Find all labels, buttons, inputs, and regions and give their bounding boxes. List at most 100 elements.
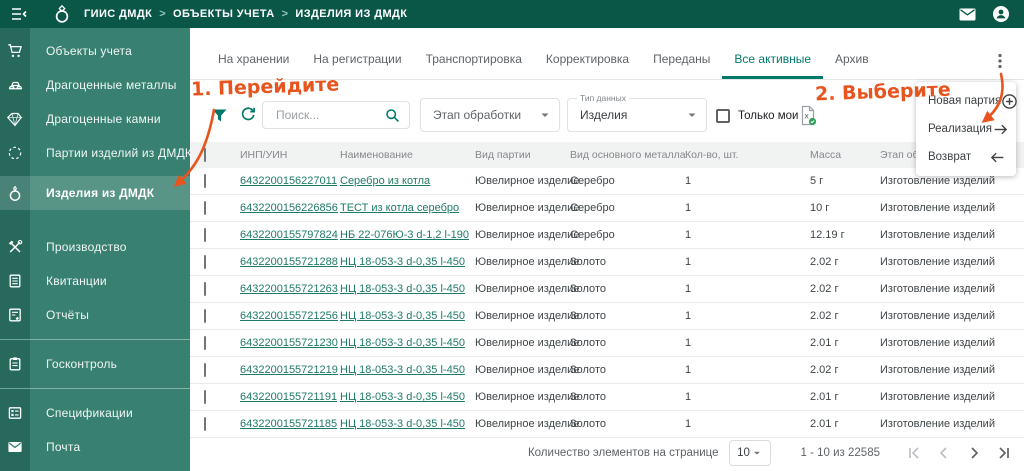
row-checkbox[interactable] <box>204 390 206 404</box>
export-excel-icon[interactable]: x <box>798 105 818 127</box>
metal-type: Золото <box>570 418 606 430</box>
breadcrumb-item[interactable]: ГИИС ДМДК <box>84 8 152 20</box>
name-link[interactable]: НЦ 18-053-3 d-0,35 l-450 <box>340 310 475 322</box>
name-link[interactable]: ТЕСТ из котла серебро <box>340 202 475 214</box>
only-mine-toggle[interactable]: Только мои <box>716 98 798 134</box>
sidebar-item-mail[interactable]: Почта <box>0 430 190 464</box>
last-page-icon[interactable] <box>996 445 1012 461</box>
sidebar-divider <box>0 388 190 389</box>
metal-type: Серебро <box>570 175 615 187</box>
row-checkbox[interactable] <box>204 255 206 269</box>
sidebar-item-receipts[interactable]: Квитанции <box>0 264 190 298</box>
filter-icon[interactable] <box>212 109 227 122</box>
per-page-select[interactable]: 10 <box>728 439 771 466</box>
context-menu-item-1[interactable]: Новая партия <box>916 87 1017 115</box>
name-link[interactable]: НЦ 18-053-3 d-0,35 l-450 <box>340 391 475 403</box>
batch-type: Ювелирное изделие <box>475 310 580 322</box>
prev-page-icon[interactable] <box>936 445 952 461</box>
tab-3[interactable]: Транспортировка <box>414 42 534 79</box>
context-menu-item-2[interactable]: Реализация <box>916 115 1016 143</box>
sidebar-item-batches[interactable]: Партии изделий из ДМДК <box>0 136 192 170</box>
table-row: 6432200155721185 НЦ 18-053-3 d-0,35 l-450… <box>190 411 1024 438</box>
row-checkbox[interactable] <box>204 174 206 188</box>
inp-uin-link[interactable]: 6432200155721230 <box>240 337 340 349</box>
tab-7[interactable]: Архив <box>823 42 881 79</box>
context-menu: Новая партия Реализация Возврат <box>916 82 1017 176</box>
app-logo-ring-icon <box>52 4 72 24</box>
data-type-select[interactable]: Тип данных Изделия <box>567 93 707 132</box>
pagination-buttons <box>906 445 1012 461</box>
sidebar-item-goscontrol[interactable]: Госконтроль <box>0 347 190 381</box>
inp-uin-link[interactable]: 6432200155721185 <box>240 418 340 430</box>
mass: 2.01 г <box>810 418 839 430</box>
row-checkbox[interactable] <box>204 228 206 242</box>
sidebar-item-objects[interactable]: Объекты учета <box>0 34 190 68</box>
clipboard-icon <box>7 356 23 372</box>
sidebar-item-specs[interactable]: Спецификации <box>0 396 190 430</box>
row-checkbox[interactable] <box>204 417 206 431</box>
inp-uin-link[interactable]: 6432200155721288 <box>240 256 340 268</box>
processing-stage: Изготовление изделий <box>880 283 995 295</box>
name-link[interactable]: НЦ 18-053-3 d-0,35 l-450 <box>340 256 475 268</box>
search-box <box>262 101 410 129</box>
tab-2[interactable]: На регистрации <box>301 42 413 79</box>
select-all-checkbox[interactable] <box>204 148 206 162</box>
context-menu-item-label: Возврат <box>928 151 972 163</box>
sidebar-item-reports[interactable]: Отчёты <box>0 298 190 332</box>
search-input[interactable] <box>274 107 385 123</box>
batch-type: Ювелирное изделие <box>475 175 580 187</box>
sidebar-item-products[interactable]: Изделия из ДМДК <box>0 176 190 210</box>
next-page-icon[interactable] <box>966 445 982 461</box>
menu-collapse-icon[interactable] <box>10 6 28 22</box>
inp-uin-link[interactable]: 6432200156226856 <box>240 202 340 214</box>
metal-type: Золото <box>570 310 606 322</box>
kebab-menu-icon[interactable] <box>992 52 1008 70</box>
inp-uin-link[interactable]: 6432200155721256 <box>240 310 340 322</box>
sidebar-item-gems[interactable]: Драгоценные камни <box>0 102 190 136</box>
pagination: Количество элементов на странице 10 1 - … <box>190 436 1024 469</box>
sidebar-item-metals[interactable]: Драгоценные металлы <box>0 68 190 102</box>
search-icon[interactable] <box>385 108 400 123</box>
name-link[interactable]: НЦ 18-053-3 d-0,35 l-450 <box>340 283 475 295</box>
breadcrumb-item[interactable]: ОБЪЕКТЫ УЧЕТА <box>173 8 275 20</box>
row-checkbox[interactable] <box>204 282 206 296</box>
name-link[interactable]: НБ 22-076Ю-3 d-1,2 l-190 <box>340 229 475 241</box>
tab-bar: На хранении На регистрации Транспортировка… <box>190 42 1024 80</box>
metals-icon <box>7 77 24 93</box>
tab-5[interactable]: Переданы <box>641 42 722 79</box>
tab-4[interactable]: Корректировка <box>534 42 641 79</box>
name-link[interactable]: НЦ 18-053-3 d-0,35 l-450 <box>340 337 475 349</box>
inp-uin-link[interactable]: 6432200156227011 <box>240 175 340 187</box>
toolbar: Этап обработки Тип данных Изделия Только… <box>190 93 1024 134</box>
mass: 10 г <box>810 202 830 214</box>
stage-filter-select[interactable]: Этап обработки <box>420 98 560 132</box>
inp-uin-link[interactable]: 6432200155721219 <box>240 364 340 376</box>
tab-6[interactable]: Все активные <box>722 42 823 79</box>
topbar-actions <box>959 5 1010 23</box>
dashed-circle-icon <box>7 145 23 161</box>
svg-text:x: x <box>804 112 809 121</box>
first-page-icon[interactable] <box>906 445 922 461</box>
inp-uin-link[interactable]: 6432200155721263 <box>240 283 340 295</box>
chevron-down-icon <box>753 451 760 455</box>
name-link[interactable]: Серебро из котла <box>340 175 475 187</box>
name-link[interactable]: НЦ 18-053-3 d-0,35 l-450 <box>340 364 475 376</box>
only-mine-checkbox[interactable] <box>716 109 730 123</box>
row-checkbox[interactable] <box>204 336 206 350</box>
row-checkbox[interactable] <box>204 309 206 323</box>
table-row: 6432200155721219 НЦ 18-053-3 d-0,35 l-450… <box>190 357 1024 384</box>
row-checkbox[interactable] <box>204 201 206 215</box>
tab-1[interactable]: На хранении <box>206 42 301 79</box>
account-icon[interactable] <box>992 5 1010 23</box>
row-checkbox[interactable] <box>204 363 206 377</box>
mail-icon[interactable] <box>959 8 976 21</box>
refresh-icon[interactable] <box>239 106 257 124</box>
sidebar-item-production[interactable]: Производство <box>0 230 190 264</box>
processing-stage: Изготовление изделий <box>880 364 995 376</box>
inp-uin-link[interactable]: 6432200155721191 <box>240 391 340 403</box>
inp-uin-link[interactable]: 6432200155797824 <box>240 229 340 241</box>
name-link[interactable]: НЦ 18-053-3 d-0,35 l-450 <box>340 418 475 430</box>
breadcrumb-separator: > <box>281 8 289 20</box>
context-menu-item-3[interactable]: Возврат <box>916 143 1016 171</box>
mass: 2.01 г <box>810 337 839 349</box>
